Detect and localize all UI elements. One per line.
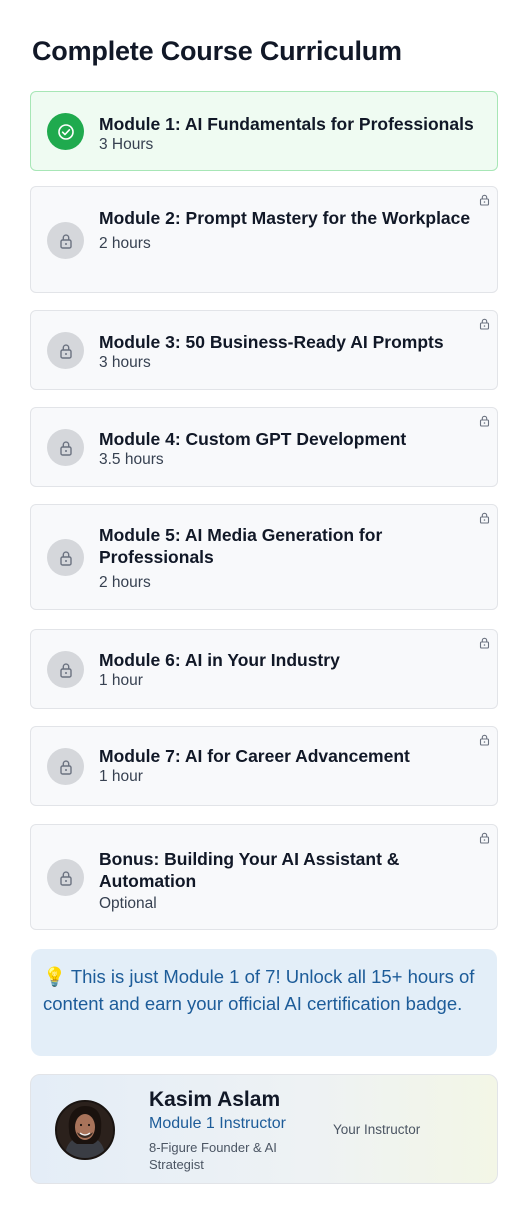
module-duration: 3.5 hours [99, 451, 164, 468]
module-duration: 3 hours [99, 354, 151, 371]
module-card-4[interactable]: Module 4: Custom GPT Development 3.5 hou… [30, 407, 498, 487]
lock-icon [47, 429, 84, 466]
upgrade-note-text: 💡 This is just Module 1 of 7! Unlock all… [43, 966, 475, 1014]
lock-icon [47, 332, 84, 369]
lock-icon [479, 194, 490, 206]
module-duration: Optional [99, 895, 157, 912]
lock-icon [479, 832, 490, 844]
module-card-6[interactable]: Module 6: AI in Your Industry 1 hour [30, 629, 498, 709]
module-title: Module 5: AI Media Generation for Profes… [99, 525, 383, 567]
lock-icon [47, 651, 84, 688]
module-card-3[interactable]: Module 3: 50 Business-Ready AI Prompts 3… [30, 310, 498, 390]
instructor-bio: 8-Figure Founder & AI Strategist [149, 1140, 277, 1172]
upgrade-note: 💡 This is just Module 1 of 7! Unlock all… [31, 949, 497, 1056]
module-title: Module 6: AI in Your Industry [99, 650, 340, 670]
instructor-card: Kasim Aslam Module 1 Instructor 8-Figure… [30, 1074, 498, 1184]
module-duration: 1 hour [99, 768, 143, 785]
module-title: Module 4: Custom GPT Development [99, 429, 407, 449]
module-duration: 2 hours [99, 574, 151, 591]
lock-icon [479, 318, 490, 330]
module-title: Module 1: AI Fundamentals for Profession… [99, 114, 474, 134]
instructor-name: Kasim Aslam [149, 1088, 281, 1111]
avatar [55, 1100, 115, 1160]
lock-icon [47, 859, 84, 896]
lock-icon [479, 512, 490, 524]
module-duration: 2 hours [99, 235, 151, 252]
module-duration: 1 hour [99, 672, 143, 689]
module-card-bonus[interactable]: Bonus: Building Your AI Assistant & Auto… [30, 824, 498, 930]
module-title: Module 2: Prompt Mastery for the Workpla… [99, 208, 471, 228]
module-card-5[interactable]: Module 5: AI Media Generation for Profes… [30, 504, 498, 610]
instructor-label: Your Instructor [333, 1122, 421, 1137]
curriculum-page: Complete Course Curriculum Module 1: AI … [0, 0, 528, 1227]
module-card-2[interactable]: Module 2: Prompt Mastery for the Workpla… [30, 186, 498, 293]
instructor-role: Module 1 Instructor [149, 1115, 286, 1132]
lock-icon [47, 539, 84, 576]
page-title: Complete Course Curriculum [32, 36, 402, 66]
module-card-1[interactable]: Module 1: AI Fundamentals for Profession… [30, 91, 498, 171]
check-circle-icon [47, 113, 84, 150]
module-card-7[interactable]: Module 7: AI for Career Advancement 1 ho… [30, 726, 498, 806]
lock-icon [47, 748, 84, 785]
lock-icon [479, 415, 490, 427]
lock-icon [479, 637, 490, 649]
module-title: Bonus: Building Your AI Assistant & Auto… [99, 849, 400, 891]
module-title: Module 3: 50 Business-Ready AI Prompts [99, 332, 444, 352]
lock-icon [47, 222, 84, 259]
module-title: Module 7: AI for Career Advancement [99, 746, 410, 766]
module-duration: 3 Hours [99, 136, 154, 153]
